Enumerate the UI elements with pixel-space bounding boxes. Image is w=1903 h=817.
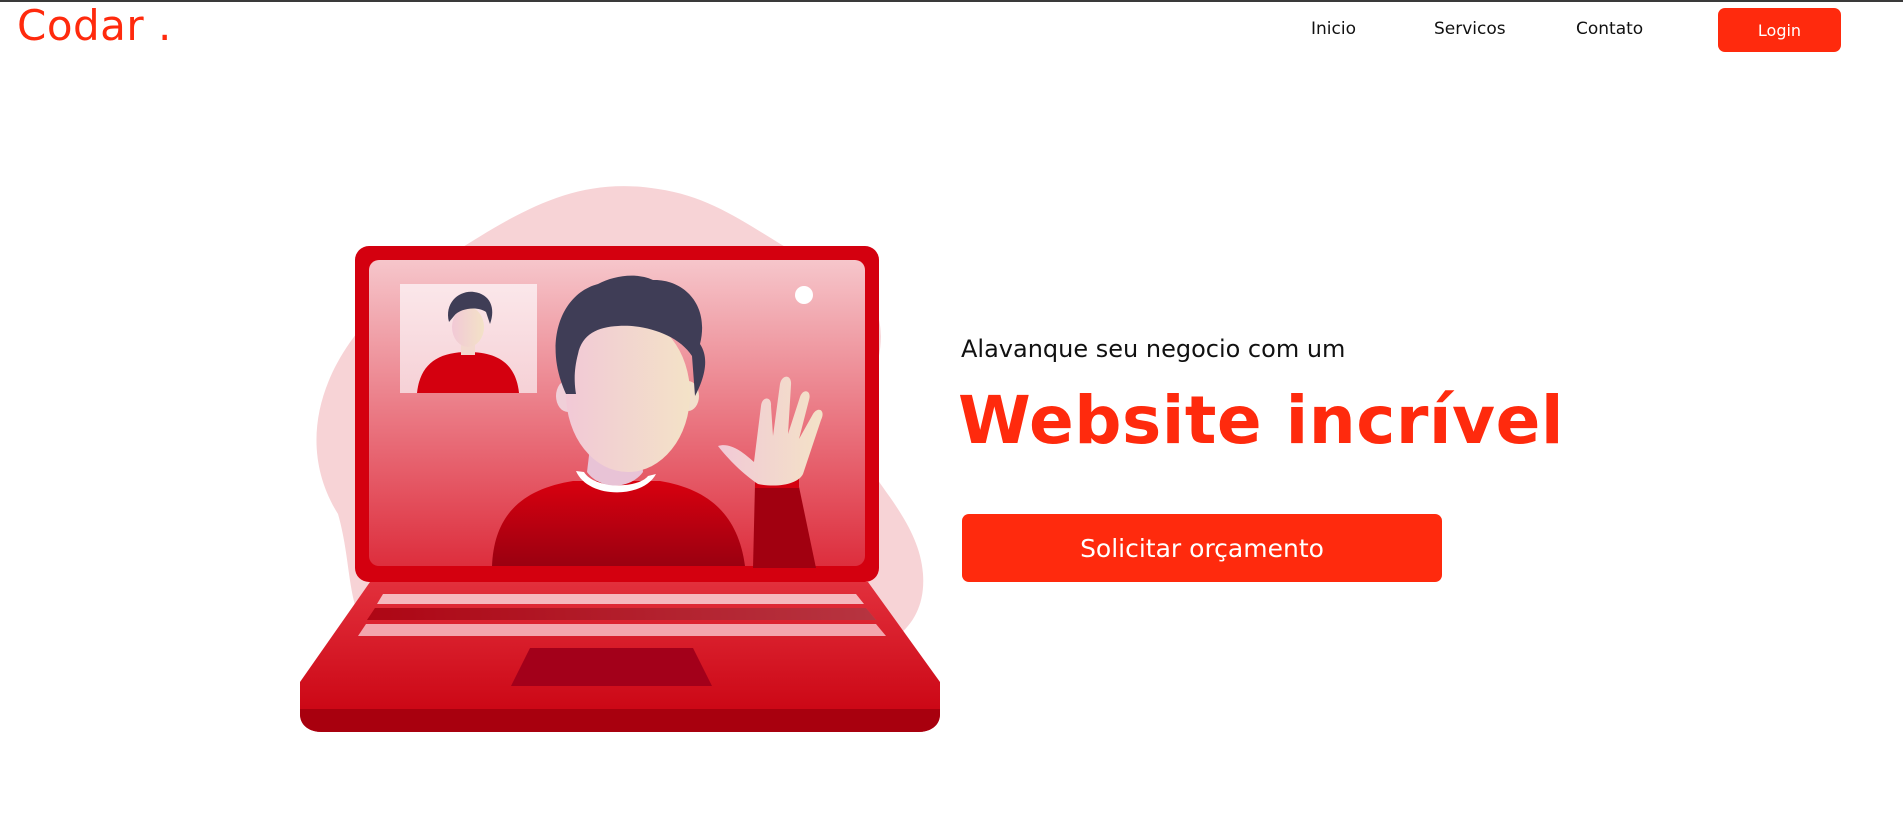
- nav-link-inicio[interactable]: Inicio: [1311, 19, 1356, 39]
- trackpad: [511, 648, 712, 686]
- nav-link-servicos[interactable]: Servicos: [1434, 19, 1506, 39]
- nav-link-contato[interactable]: Contato: [1576, 19, 1643, 39]
- hero-subtitle: Alavanque seu negocio com um: [961, 335, 1346, 363]
- camera-dot: [795, 286, 813, 304]
- request-quote-button[interactable]: Solicitar orçamento: [962, 514, 1442, 582]
- keyboard-row-1: [377, 594, 864, 604]
- keyboard-row-3: [358, 624, 886, 636]
- brand-logo[interactable]: Codar .: [17, 2, 172, 50]
- login-button[interactable]: Login: [1718, 8, 1841, 52]
- landing-page: Codar . Inicio Servicos Contato Login Al…: [0, 0, 1903, 817]
- laptop-video-call-illustration: [300, 186, 940, 732]
- pip-video-window: [400, 284, 537, 393]
- top-navbar: Codar . Inicio Servicos Contato Login: [0, 2, 1903, 62]
- hero-headline: Website incrível: [958, 382, 1564, 459]
